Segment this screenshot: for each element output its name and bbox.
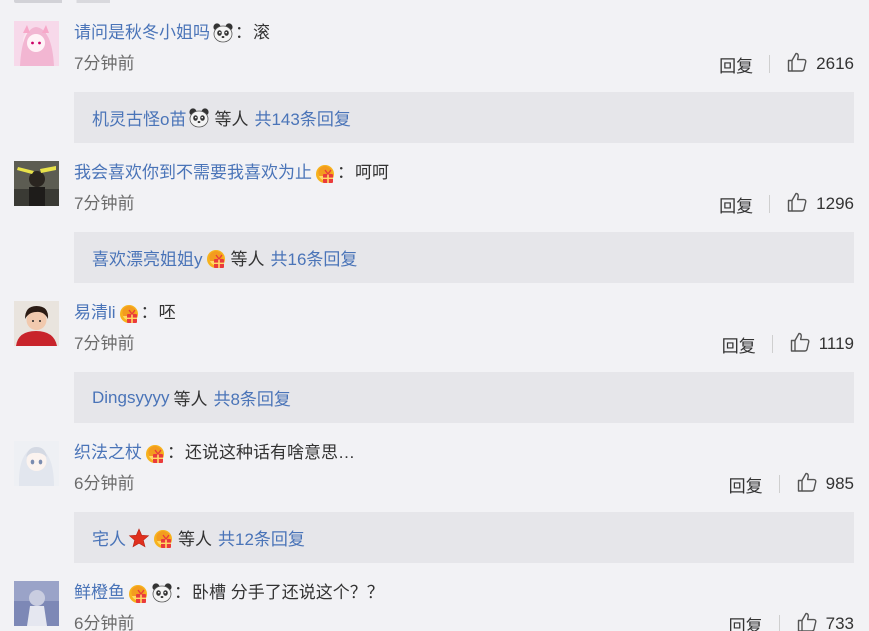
reply-total-link[interactable]: 共12条回复 bbox=[218, 525, 305, 550]
comment-text: 卧槽 分手了还说这个？？ bbox=[192, 583, 384, 602]
comment-text: 呸 bbox=[158, 303, 176, 322]
reply-button[interactable]: 回复 bbox=[729, 612, 763, 631]
like-count: 733 bbox=[825, 614, 854, 631]
reply-etc: 等人 bbox=[173, 390, 208, 409]
divider bbox=[778, 615, 780, 631]
panda-icon bbox=[188, 107, 210, 129]
comment-username[interactable]: 织法之杖 bbox=[74, 441, 142, 465]
comment-username[interactable]: 鲜橙鱼 bbox=[74, 581, 125, 605]
red-star-icon bbox=[128, 527, 150, 549]
comment-actions: 回复 2616 bbox=[719, 52, 854, 76]
colon-separator: ： bbox=[140, 303, 158, 322]
comment-text: 呵呵 bbox=[355, 163, 389, 182]
like-count: 1296 bbox=[816, 194, 854, 213]
panda-icon bbox=[151, 582, 173, 604]
reply-total-link[interactable]: 共8条回复 bbox=[213, 385, 290, 410]
comment-text: 滚 bbox=[253, 23, 270, 42]
panda-icon bbox=[212, 22, 234, 44]
clipped-header-text bbox=[14, 0, 134, 3]
comment-actions: 回复 985 bbox=[729, 472, 854, 496]
divider bbox=[778, 475, 780, 493]
like-count: 1119 bbox=[818, 334, 854, 353]
thumbs-up-icon bbox=[786, 191, 816, 218]
thumbs-up-icon bbox=[789, 331, 819, 358]
reply-usernames[interactable]: 宅人 bbox=[92, 525, 126, 550]
reply-usernames[interactable]: Dingsyyyy bbox=[92, 388, 169, 408]
colon-separator: ： bbox=[235, 23, 252, 42]
like-button[interactable]: 1119 bbox=[789, 331, 854, 358]
comment-actions: 回复 1296 bbox=[719, 192, 854, 216]
reply-etc: 等人 bbox=[230, 250, 265, 269]
reply-button[interactable]: 回复 bbox=[722, 332, 756, 357]
reply-usernames[interactable]: 机灵古怪o苗 bbox=[92, 105, 186, 130]
gift-badge-icon bbox=[144, 442, 166, 464]
thumbs-up-icon bbox=[796, 611, 826, 631]
comment-time: 7分钟前 bbox=[74, 54, 135, 73]
comment-time: 6分钟前 bbox=[74, 474, 135, 493]
reply-etc: 等人 bbox=[178, 530, 212, 549]
like-button[interactable]: 1296 bbox=[786, 191, 854, 218]
colon-separator: ： bbox=[174, 583, 191, 602]
reply-summary[interactable]: Dingsyyyy 等人 共8条回复 bbox=[74, 372, 854, 423]
divider bbox=[769, 195, 771, 213]
reply-summary[interactable]: 机灵古怪o苗 等人 共143条回复 bbox=[74, 92, 854, 143]
reply-summary[interactable]: 喜欢漂亮姐姐y 等人 共16条回复 bbox=[74, 232, 854, 283]
like-count: 2616 bbox=[816, 54, 854, 73]
comment-actions: 回复 1119 bbox=[722, 332, 854, 356]
comment-username[interactable]: 请问是秋冬小姐吗 bbox=[74, 21, 210, 45]
reply-button[interactable]: 回复 bbox=[729, 472, 763, 497]
colon-separator: ： bbox=[337, 163, 354, 182]
reply-button[interactable]: 回复 bbox=[719, 52, 753, 77]
like-button[interactable]: 733 bbox=[796, 611, 854, 631]
like-button[interactable]: 985 bbox=[796, 471, 854, 498]
avatar[interactable] bbox=[14, 301, 59, 346]
thumbs-up-icon bbox=[796, 471, 826, 498]
thumbs-up-icon bbox=[786, 51, 816, 78]
gift-badge-icon bbox=[205, 247, 227, 269]
comment-username[interactable]: 易清li bbox=[74, 301, 116, 325]
avatar[interactable] bbox=[14, 441, 59, 486]
gift-badge-icon bbox=[314, 162, 336, 184]
avatar[interactable] bbox=[14, 21, 59, 66]
comment-time: 7分钟前 bbox=[74, 334, 135, 353]
gift-badge-icon bbox=[118, 302, 140, 324]
avatar[interactable] bbox=[14, 161, 59, 206]
comment-username[interactable]: 我会喜欢你到不需要我喜欢为止 bbox=[74, 161, 312, 185]
comment-text: 还说这种话有啥意思… bbox=[185, 443, 355, 462]
like-count: 985 bbox=[825, 474, 854, 493]
reply-etc: 等人 bbox=[214, 110, 249, 129]
avatar[interactable] bbox=[14, 581, 59, 626]
gift-badge-icon bbox=[152, 527, 174, 549]
reply-summary[interactable]: 宅人 等人 共12条回复 bbox=[74, 512, 854, 563]
reply-button[interactable]: 回复 bbox=[719, 192, 753, 217]
comment-time: 6分钟前 bbox=[74, 614, 135, 631]
comment-time: 7分钟前 bbox=[74, 194, 135, 213]
like-button[interactable]: 2616 bbox=[786, 51, 854, 78]
reply-total-link[interactable]: 共143条回复 bbox=[254, 105, 350, 130]
gift-badge-icon bbox=[127, 582, 149, 604]
divider bbox=[771, 335, 773, 353]
reply-usernames[interactable]: 喜欢漂亮姐姐y bbox=[92, 245, 203, 270]
colon-separator: ： bbox=[167, 443, 184, 462]
reply-total-link[interactable]: 共16条回复 bbox=[271, 245, 358, 270]
divider bbox=[769, 55, 771, 73]
comment-feed: 请问是秋冬小姐吗 ： 滚 7分钟前 回复 2616 机灵古怪o苗 等人 共143… bbox=[0, 0, 869, 631]
comment-actions: 回复 733 bbox=[729, 612, 854, 631]
